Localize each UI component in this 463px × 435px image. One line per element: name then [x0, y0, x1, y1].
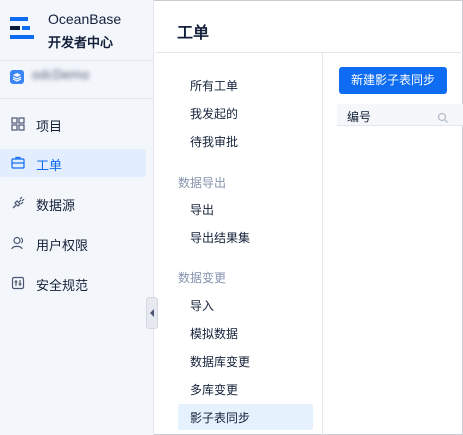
sidebar-item-label: 数据源 [36, 199, 76, 214]
organization-name: odcDemo [32, 68, 90, 82]
subnav-item-label: 导出 [190, 203, 215, 217]
users-icon [10, 235, 26, 251]
sidebar-divider [0, 98, 154, 99]
subnav-item-multi-database-change[interactable]: 多库变更 [178, 376, 313, 402]
sidebar-item-label: 安全规范 [36, 279, 89, 294]
subnav-item-label: 数据库变更 [190, 355, 251, 369]
sidebar-item-label: 项目 [36, 120, 63, 135]
sidebar-item-datasources[interactable]: 数据源 [0, 189, 146, 217]
subnav-item-label: 导入 [190, 299, 215, 313]
subnav-item-export[interactable]: 导出 [178, 196, 313, 222]
subnav-item-initiated-by-me[interactable]: 我发起的 [178, 100, 313, 126]
sidebar-item-label: 工单 [36, 159, 63, 174]
organization-switcher[interactable]: odcDemo [8, 66, 148, 90]
sidebar-item-user-permissions[interactable]: 用户权限 [0, 229, 146, 257]
sidebar-divider [0, 60, 154, 61]
subnav-item-label: 所有工单 [190, 79, 239, 93]
brand-name: OceanBase [48, 11, 122, 27]
subnav-item-export-resultset[interactable]: 导出结果集 [178, 224, 313, 250]
page-title: 工单 [177, 23, 210, 42]
plug-icon [10, 195, 26, 211]
subnav-item-label: 多库变更 [190, 383, 239, 397]
subnav-item-label: 模拟数据 [190, 327, 239, 341]
subnav-item-pending-approval[interactable]: 待我审批 [178, 128, 313, 154]
sidebar-item-security-rules[interactable]: 安全规范 [0, 269, 146, 297]
ticket-icon [10, 155, 26, 171]
sidebar-item-projects[interactable]: 项目 [0, 110, 146, 138]
subnav-item-label: 我发起的 [190, 107, 239, 121]
subnav-group-data-export: 数据导出 [178, 176, 227, 190]
table-header: 编号 [337, 104, 463, 126]
subnav-item-mock-data[interactable]: 模拟数据 [178, 320, 313, 346]
column-header-id: 编号 [347, 110, 372, 124]
subnav-item-database-change[interactable]: 数据库变更 [178, 348, 313, 374]
oceanbase-logo [10, 13, 36, 47]
subnav-group-data-change: 数据变更 [178, 271, 227, 285]
brand[interactable]: OceanBase 开发者中心 [10, 11, 150, 51]
subnav-item-label: 待我审批 [190, 135, 239, 149]
sidebar-item-tickets[interactable]: 工单 [0, 149, 146, 177]
organization-icon [10, 70, 24, 84]
search-icon[interactable] [437, 109, 449, 123]
subnav-item-all-tickets[interactable]: 所有工单 [178, 72, 313, 98]
grid-icon [10, 116, 26, 132]
sidebar: OceanBase 开发者中心 odcDemo 项目 工单 数据源 用户权限 安… [0, 0, 154, 435]
subnav-item-shadow-table-sync[interactable]: 影子表同步 [178, 404, 313, 430]
subnav-item-label: 影子表同步 [190, 411, 251, 425]
ticket-subnav: 所有工单 我发起的 待我审批 数据导出 导出 导出结果集 数据变更 导入 模拟数… [155, 53, 323, 435]
subnav-item-label: 导出结果集 [190, 231, 251, 245]
subnav-item-import[interactable]: 导入 [178, 292, 313, 318]
sidebar-item-label: 用户权限 [36, 239, 89, 254]
brand-subtitle: 开发者中心 [48, 36, 114, 51]
create-shadow-table-sync-button[interactable]: 新建影子表同步 [339, 67, 447, 94]
shield-icon [10, 275, 26, 291]
